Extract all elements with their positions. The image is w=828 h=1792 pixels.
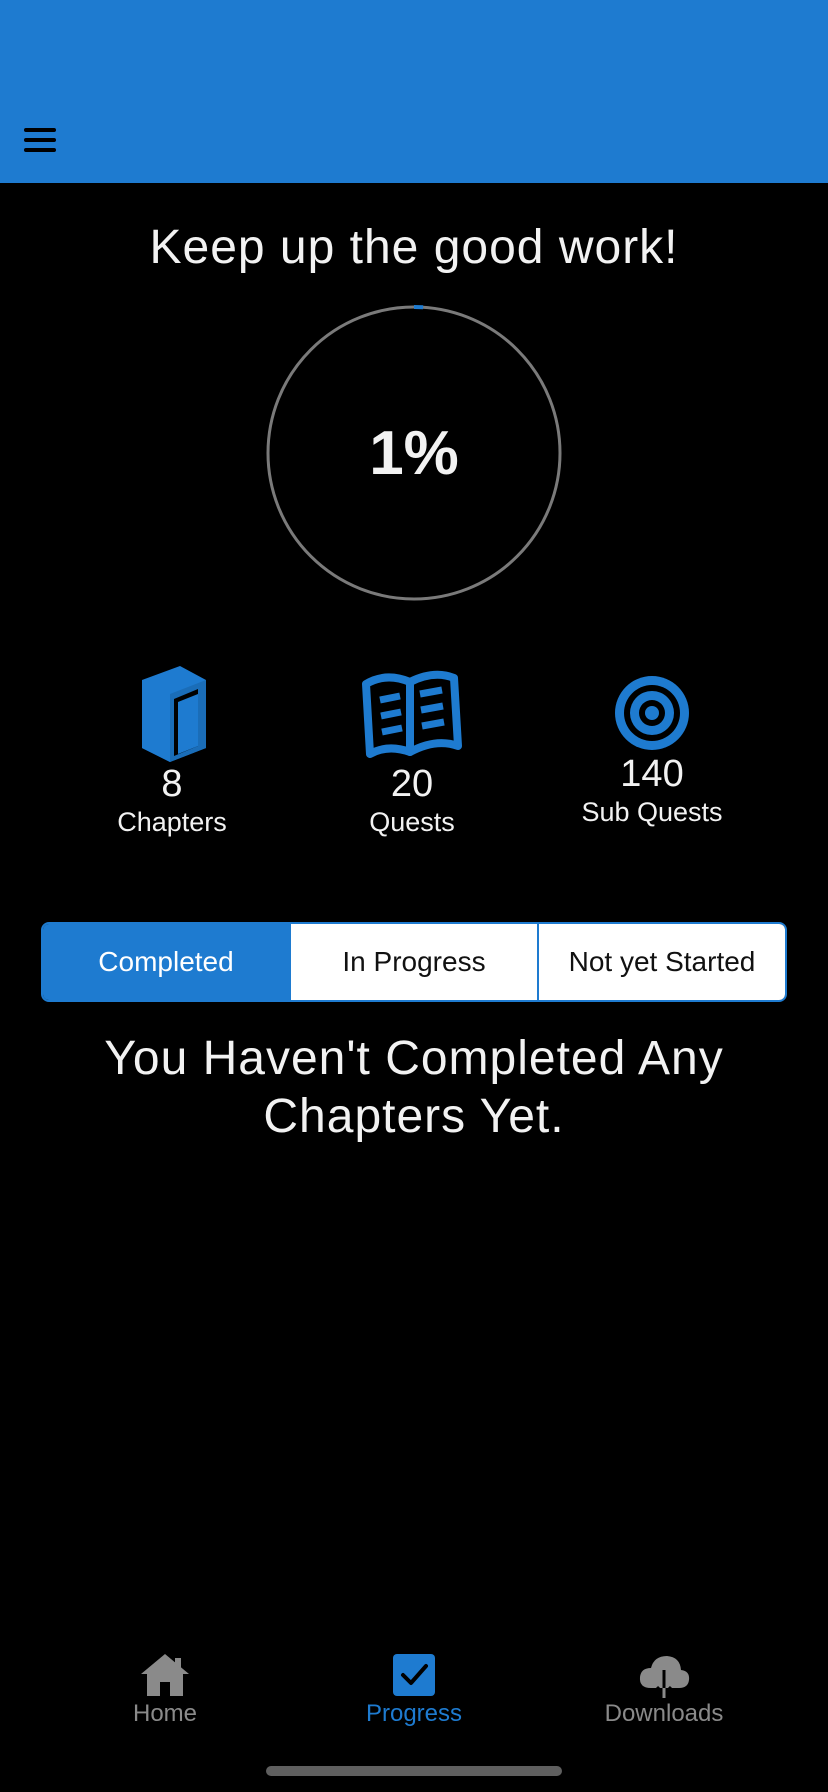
chapters-label: Chapters <box>117 807 227 837</box>
tab-progress[interactable]: Progress <box>314 1652 514 1728</box>
tab-completed[interactable]: Completed <box>43 924 289 1000</box>
stat-quests: 20 Quests <box>302 666 522 838</box>
book-icon <box>142 666 206 762</box>
sub-quests-count: 140 <box>620 753 684 795</box>
chapters-count: 8 <box>161 763 183 805</box>
tab-home-label: Home <box>132 1700 198 1727</box>
open-book-icon <box>362 670 462 758</box>
target-icon <box>615 676 689 750</box>
bottom-tab-bar: Home Progress Downloads <box>0 1640 828 1740</box>
tab-not-yet-started[interactable]: Not yet Started <box>537 924 785 1000</box>
cloud-download-icon <box>639 1656 690 1698</box>
sub-quests-label: Sub Quests <box>581 797 723 827</box>
stat-chapters: 8 Chapters <box>62 666 282 838</box>
encouragement-heading: Keep up the good work! <box>149 221 679 274</box>
menu-button[interactable] <box>20 122 62 158</box>
quests-label: Quests <box>369 807 455 837</box>
top-app-bar <box>0 0 828 183</box>
progress-percent: 1% <box>369 418 459 488</box>
tab-downloads[interactable]: Downloads <box>564 1652 764 1728</box>
checkbox-icon <box>393 1654 435 1696</box>
tab-downloads-label: Downloads <box>604 1700 724 1727</box>
quests-count: 20 <box>390 763 434 805</box>
tab-home[interactable]: Home <box>65 1652 265 1728</box>
tab-progress-label: Progress <box>365 1700 463 1727</box>
chapter-status-filter: Completed In Progress Not yet Started <box>41 922 787 1002</box>
empty-state-message: You Haven't Completed Any Chapters Yet. <box>104 1032 724 1143</box>
stat-sub-quests: 140 Sub Quests <box>542 674 762 828</box>
home-icon <box>141 1654 189 1696</box>
tab-in-progress[interactable]: In Progress <box>289 924 537 1000</box>
home-indicator <box>266 1766 562 1776</box>
